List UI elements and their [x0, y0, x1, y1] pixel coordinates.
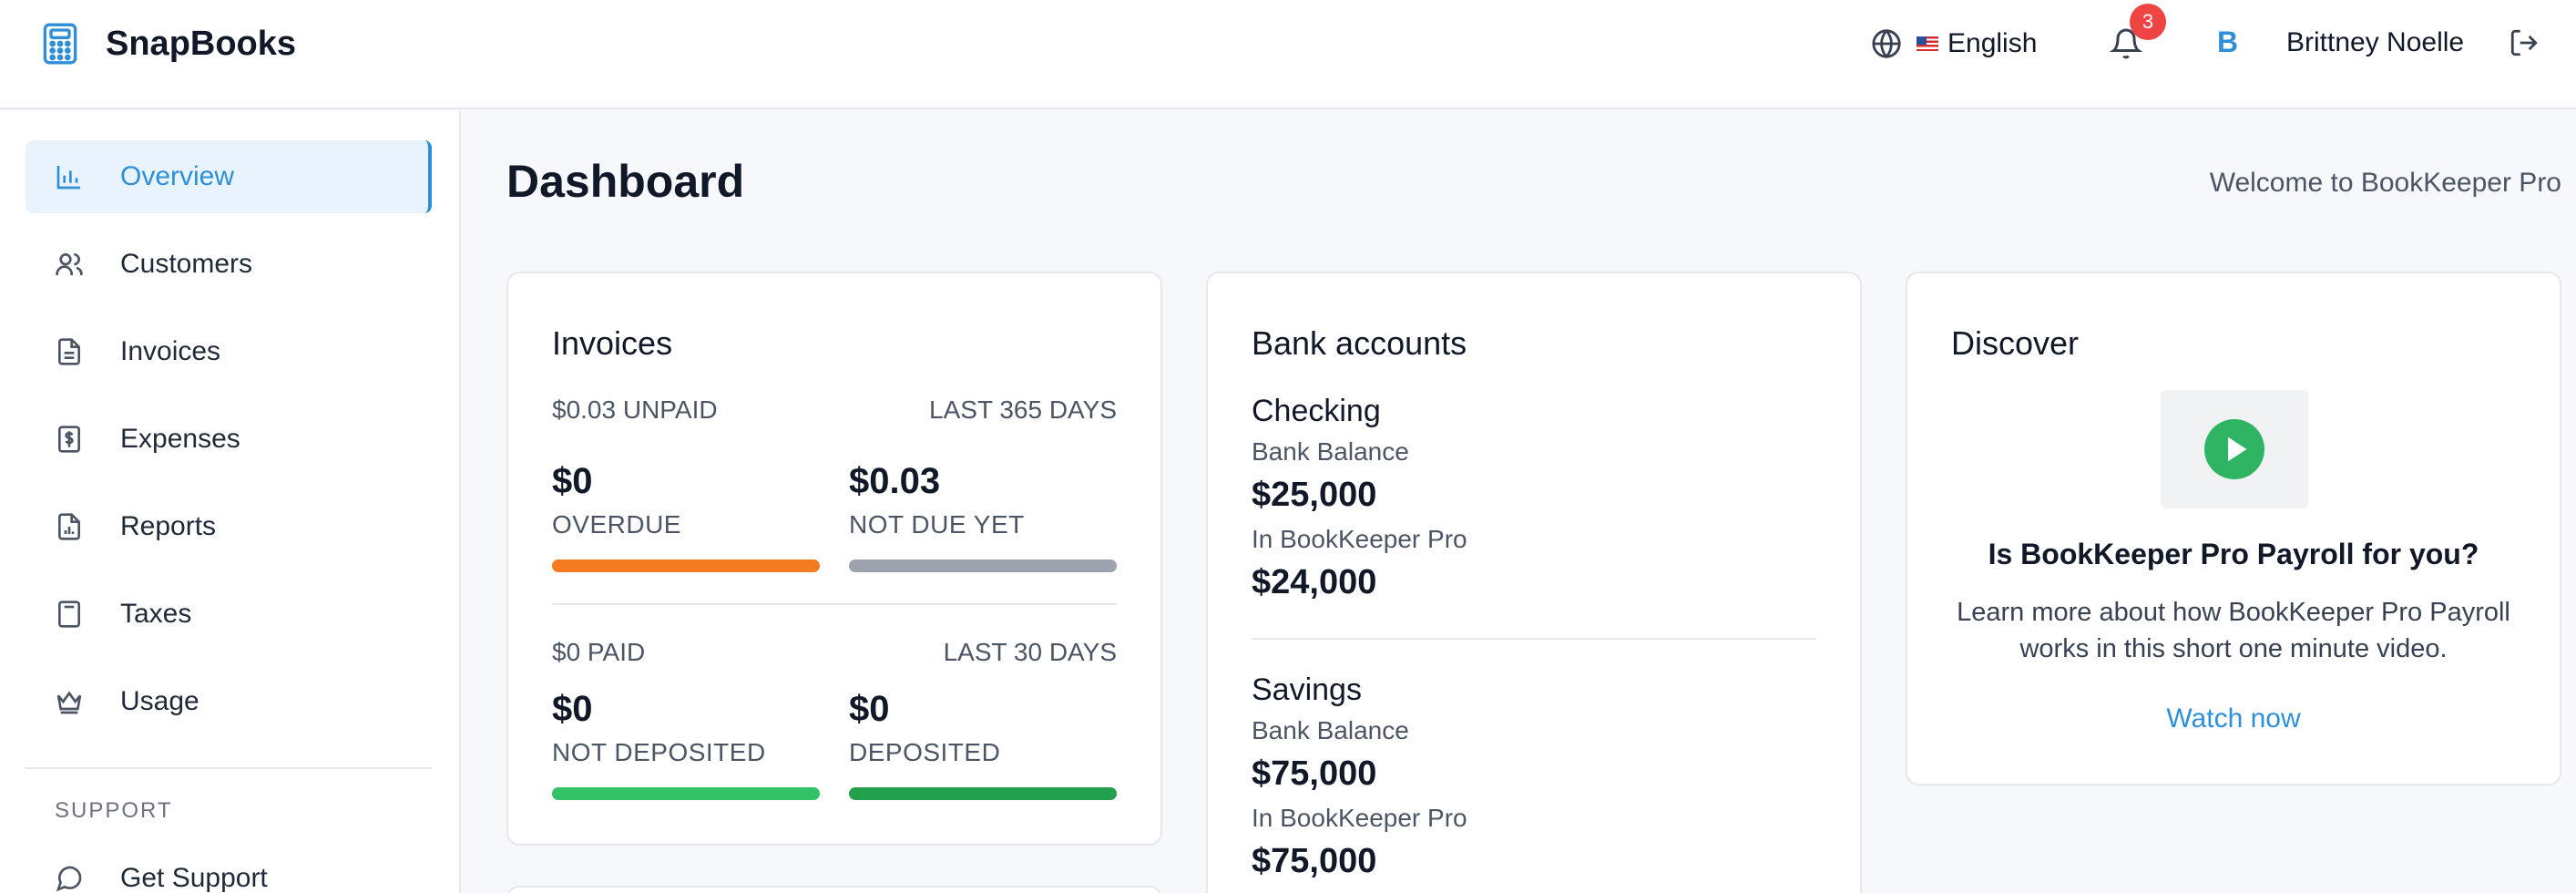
invoices-card: Invoices $0.03 UNPAID LAST 365 DAYS $0 O… [506, 272, 1162, 846]
deposited-bar[interactable] [849, 787, 1117, 800]
account-name[interactable]: Checking [1252, 394, 1381, 429]
sidebar-item-label: Taxes [120, 599, 192, 629]
bank-balance-label: Bank Balance [1252, 437, 1409, 466]
calculator-icon [43, 23, 77, 65]
not-deposited-label: NOT DEPOSITED [552, 738, 766, 766]
sidebar-item-taxes[interactable]: Taxes [26, 578, 432, 651]
welcome-text: Welcome to BookKeeper Pro [2209, 168, 2561, 198]
report-icon [58, 513, 80, 540]
sidebar-item-customers[interactable]: Customers [26, 228, 432, 301]
sidebar-item-get-support[interactable]: Get Support [26, 842, 432, 893]
overdue-bar[interactable] [552, 559, 820, 572]
sidebar-item-label: Get Support [120, 863, 268, 893]
unpaid-summary: $0.03 UNPAID [552, 395, 718, 424]
card-title: Discover [1951, 324, 2080, 362]
brand[interactable]: SnapBooks [42, 20, 296, 67]
support-section-title: SUPPORT [55, 798, 173, 823]
calculator-icon [58, 600, 80, 628]
deposited-amount: $0 [849, 689, 890, 729]
sidebar-item-label: Customers [120, 249, 253, 279]
sidebar-item-invoices[interactable]: Invoices [26, 315, 432, 388]
sidebar-item-label: Overview [120, 161, 235, 191]
language-label: English [1947, 28, 2038, 58]
deposited-label: DEPOSITED [849, 738, 1001, 766]
sidebar-item-label: Invoices [120, 336, 221, 366]
card-title: Bank accounts [1252, 324, 1467, 362]
discover-card: Discover Is BookKeeper Pro Payroll for y… [1906, 272, 2561, 785]
sidebar-item-usage[interactable]: Usage [26, 665, 432, 738]
sidebar-item-reports[interactable]: Reports [26, 490, 432, 563]
sidebar-item-label: Usage [120, 686, 199, 716]
sidebar-item-overview[interactable]: Overview [26, 140, 432, 213]
language-selector[interactable]: English [1871, 20, 2037, 67]
sidebar-divider [26, 767, 432, 769]
app-balance-value: $75,000 [1252, 842, 1377, 880]
logout-icon[interactable] [2509, 27, 2540, 58]
app-name: SnapBooks [106, 24, 297, 63]
paid-period: LAST 30 DAYS [943, 638, 1117, 666]
globe-icon [1872, 28, 1901, 59]
crown-icon [56, 691, 82, 714]
sidebar-item-expenses[interactable]: Expenses [26, 403, 432, 476]
unpaid-period: LAST 365 DAYS [929, 395, 1117, 424]
avatar[interactable]: B [2217, 26, 2238, 59]
app-balance-label: In BookKeeper Pro [1252, 804, 1467, 832]
document-icon [58, 338, 80, 365]
invoices-divider [552, 603, 1117, 605]
bank-accounts-card: Bank accounts Checking Bank Balance $25,… [1206, 272, 1862, 893]
not-deposited-bar[interactable] [552, 787, 820, 800]
sidebar-item-label: Expenses [120, 424, 240, 454]
video-thumbnail[interactable] [2161, 390, 2308, 508]
next-card [506, 886, 1162, 893]
not-due-label: NOT DUE YET [849, 510, 1025, 539]
bank-balance-label: Bank Balance [1252, 716, 1409, 744]
discover-heading: Is BookKeeper Pro Payroll for you? [1988, 538, 2479, 570]
user-name[interactable]: Brittney Noelle [2286, 27, 2464, 58]
page-title: Dashboard [506, 156, 745, 207]
users-icon [56, 253, 83, 275]
bar-chart-icon [56, 166, 80, 190]
overdue-amount: $0 [552, 461, 593, 501]
app-balance-value: $24,000 [1252, 563, 1377, 601]
app-balance-label: In BookKeeper Pro [1252, 525, 1467, 553]
bank-balance-value: $25,000 [1252, 476, 1377, 514]
us-flag-icon [1917, 36, 1938, 51]
notification-badge: 3 [2130, 4, 2166, 40]
accounts-divider [1252, 638, 1816, 640]
sidebar: Overview Customers Invoices Expenses Rep… [0, 111, 461, 893]
not-due-bar[interactable] [849, 559, 1117, 572]
dollar-receipt-icon [58, 426, 80, 453]
account-name[interactable]: Savings [1252, 672, 1362, 708]
watch-now-link[interactable]: Watch now [1907, 703, 2560, 734]
top-header: SnapBooks English 3 B Brittney Noelle [0, 0, 2576, 109]
paid-summary: $0 PAID [552, 638, 646, 666]
bank-balance-value: $75,000 [1252, 754, 1377, 793]
not-due-amount: $0.03 [849, 461, 941, 501]
overdue-label: OVERDUE [552, 510, 681, 539]
discover-description: Learn more about how BookKeeper Pro Payr… [1957, 598, 2510, 663]
sidebar-item-label: Reports [120, 511, 217, 541]
not-deposited-amount: $0 [552, 689, 593, 729]
chat-icon [56, 866, 82, 892]
play-icon [2204, 419, 2264, 479]
card-title: Invoices [552, 324, 673, 362]
